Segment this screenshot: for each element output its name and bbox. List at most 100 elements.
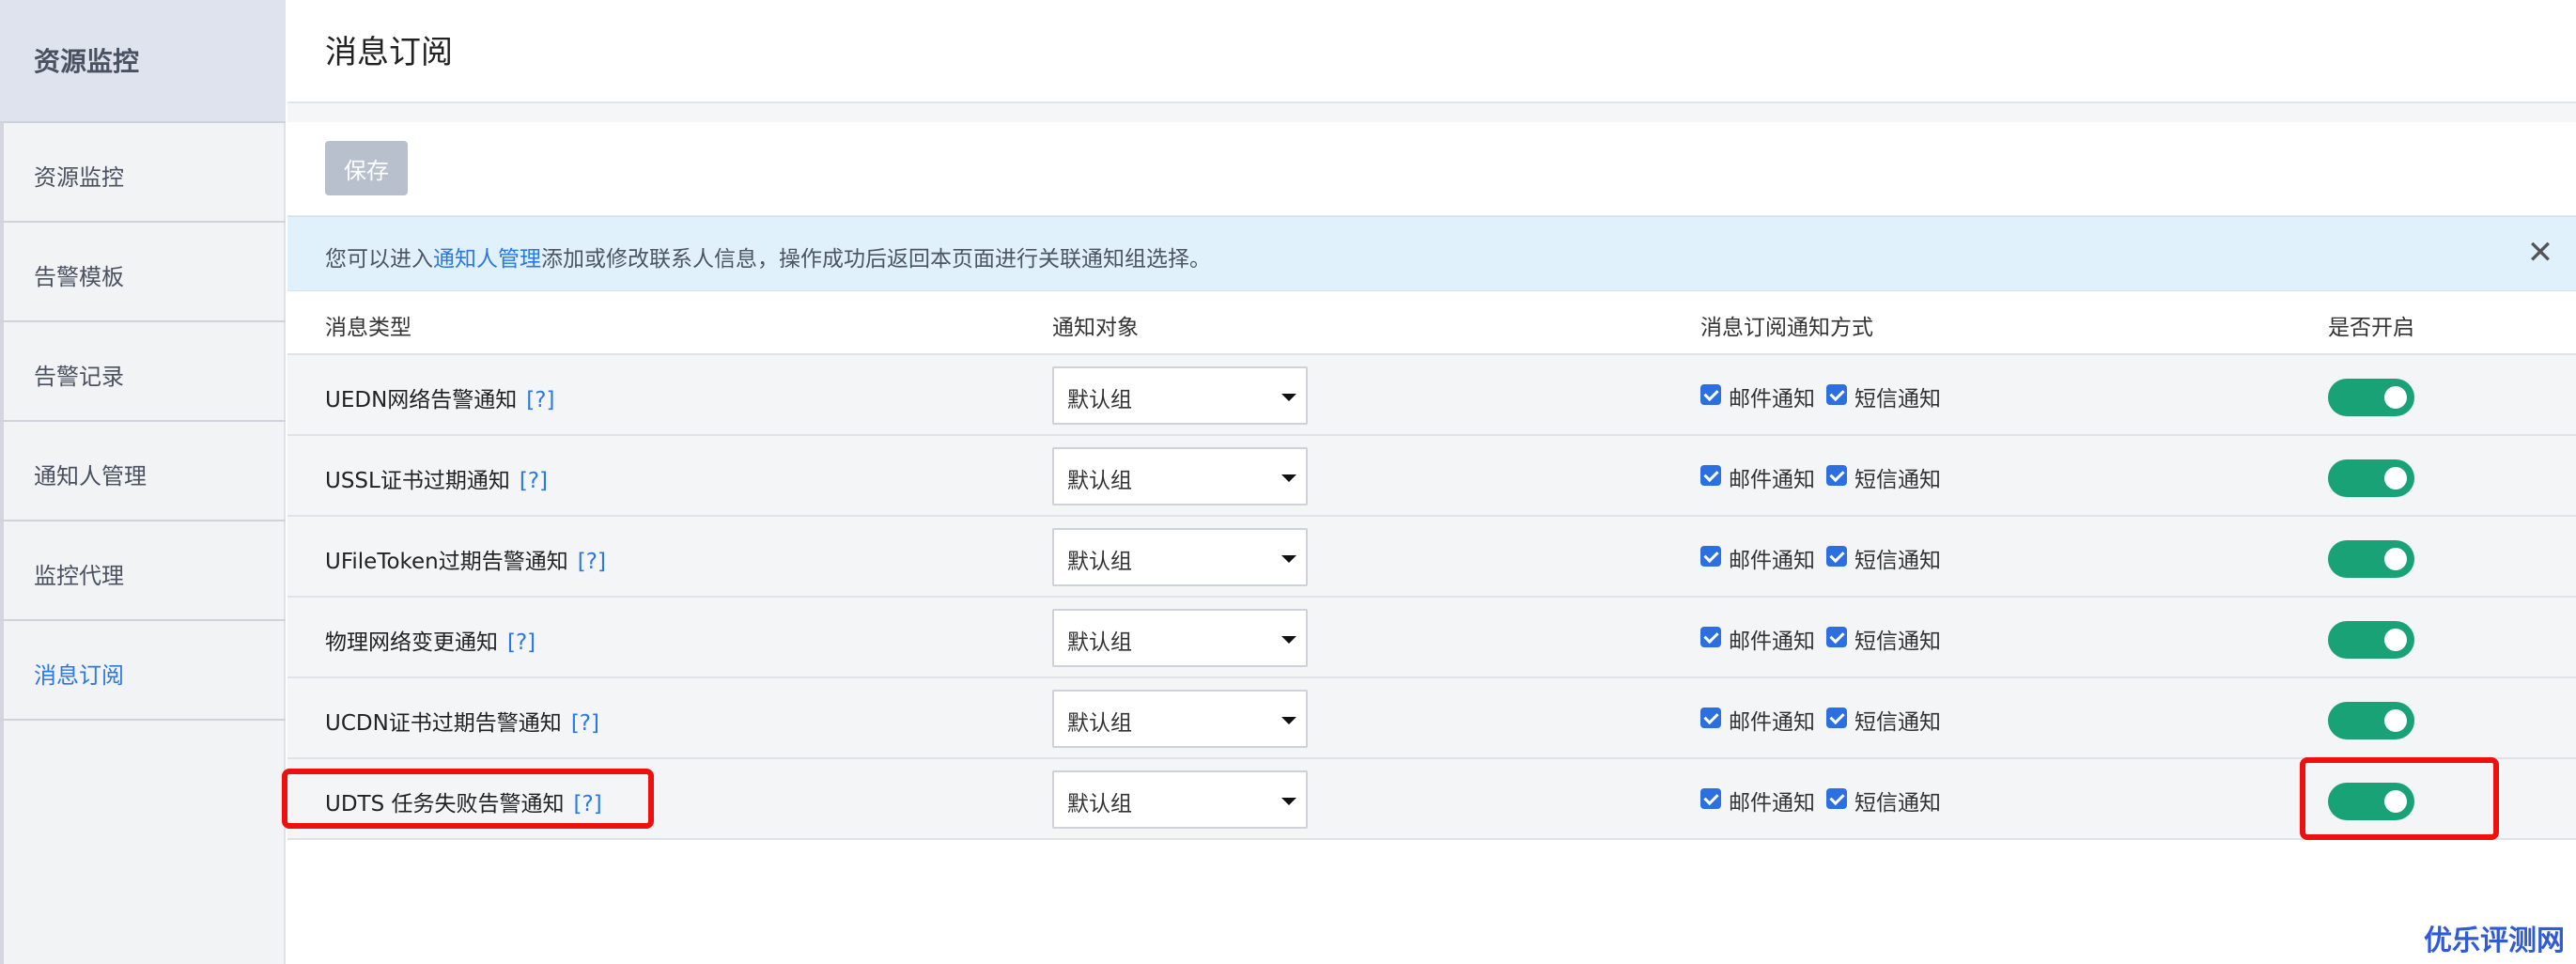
- info-notice: 您可以进入通知人管理添加或修改联系人信息，操作成功后返回本页面进行关联通知组选择…: [287, 216, 2576, 291]
- sidebar: 资源监控 资源监控 告警模板 告警记录 通知人管理 监控代理 消息订阅: [0, 0, 286, 964]
- sidebar-item-label: 监控代理: [34, 563, 124, 589]
- select-value: 默认组: [1067, 469, 1132, 493]
- sms-checkbox[interactable]: [1826, 546, 1847, 567]
- sms-checkbox[interactable]: [1826, 384, 1847, 405]
- enable-toggle[interactable]: [2328, 702, 2414, 739]
- highlight-toggle: [2300, 757, 2499, 840]
- table-row: 物理网络变更通知 [?] 默认组 邮件通知 短信通知: [287, 598, 2576, 678]
- toggle-knob: [2384, 467, 2407, 490]
- help-link[interactable]: [?]: [578, 550, 606, 574]
- sms-checkbox[interactable]: [1826, 707, 1847, 728]
- page-title: 消息订阅: [325, 34, 453, 71]
- sidebar-item-alert-template[interactable]: 告警模板: [0, 223, 286, 322]
- header-gap: [287, 103, 2576, 122]
- help-link[interactable]: [?]: [520, 469, 548, 493]
- help-link[interactable]: [?]: [571, 711, 599, 736]
- table-row: UFileToken过期告警通知 [?] 默认组 邮件通知 短信通知: [287, 517, 2576, 598]
- sms-checkbox[interactable]: [1826, 788, 1847, 809]
- message-type-name: USSL证书过期通知: [325, 469, 510, 493]
- sms-label: 短信通知: [1854, 549, 1941, 573]
- sms-checkbox[interactable]: [1826, 465, 1847, 486]
- email-checkbox[interactable]: [1700, 707, 1721, 728]
- sidebar-item-label: 告警模板: [34, 264, 124, 290]
- toggle-knob: [2384, 386, 2407, 409]
- message-type-name: 物理网络变更通知: [325, 630, 498, 655]
- message-type-cell: UCDN证书过期告警通知 [?]: [325, 705, 599, 737]
- email-label: 邮件通知: [1729, 710, 1815, 735]
- sms-label: 短信通知: [1854, 468, 1941, 492]
- sms-label: 短信通知: [1854, 791, 1941, 816]
- sidebar-item-monitor-agent[interactable]: 监控代理: [0, 521, 286, 621]
- caret-down-icon: [1281, 798, 1296, 805]
- table-header: 消息类型 通知对象 消息订阅通知方式 是否开启: [287, 291, 2576, 355]
- toggle-knob: [2384, 629, 2407, 651]
- enable-toggle[interactable]: [2328, 540, 2414, 578]
- enable-toggle[interactable]: [2328, 621, 2414, 659]
- sidebar-item-contact-management[interactable]: 通知人管理: [0, 422, 286, 521]
- caret-down-icon: [1281, 555, 1296, 563]
- sidebar-item-resource-monitor[interactable]: 资源监控: [0, 123, 286, 223]
- table-row: USSL证书过期通知 [?] 默认组 邮件通知 短信通知: [287, 436, 2576, 517]
- sidebar-item-label: 消息订阅: [34, 662, 124, 689]
- table-row: UEDN网络告警通知 [?] 默认组 邮件通知 短信通知: [287, 355, 2576, 436]
- toolbar: 保存: [287, 122, 2576, 216]
- notice-prefix: 您可以进入: [325, 247, 433, 272]
- sms-label: 短信通知: [1854, 387, 1941, 412]
- email-checkbox[interactable]: [1700, 465, 1721, 486]
- sms-label: 短信通知: [1854, 710, 1941, 735]
- save-button[interactable]: 保存: [325, 141, 408, 195]
- email-label: 邮件通知: [1729, 387, 1815, 412]
- notice-suffix: 添加或修改联系人信息，操作成功后返回本页面进行关联通知组选择。: [541, 247, 1211, 272]
- column-header-type: 消息类型: [325, 316, 411, 340]
- sidebar-item-label: 告警记录: [34, 364, 124, 390]
- email-label: 邮件通知: [1729, 630, 1815, 654]
- column-header-target: 通知对象: [1052, 316, 1139, 340]
- email-checkbox[interactable]: [1700, 788, 1721, 809]
- sidebar-header-label: 资源监控: [34, 46, 140, 77]
- email-checkbox[interactable]: [1700, 384, 1721, 405]
- select-value: 默认组: [1067, 792, 1132, 816]
- caret-down-icon: [1281, 474, 1296, 482]
- email-checkbox[interactable]: [1700, 627, 1721, 647]
- select-value: 默认组: [1067, 550, 1132, 574]
- sidebar-item-label: 通知人管理: [34, 463, 147, 490]
- contact-management-link[interactable]: 通知人管理: [433, 247, 541, 272]
- sidebar-item-label: 资源监控: [34, 164, 124, 191]
- watermark: 优乐评测网: [2424, 925, 2565, 957]
- message-type-name: UEDN网络告警通知: [325, 388, 518, 412]
- help-link[interactable]: [?]: [526, 388, 554, 412]
- caret-down-icon: [1281, 636, 1296, 644]
- column-header-enabled: 是否开启: [2328, 316, 2414, 340]
- notify-target-select[interactable]: 默认组: [1052, 528, 1308, 586]
- notify-target-select[interactable]: 默认组: [1052, 366, 1308, 425]
- page-header: 消息订阅: [287, 0, 2576, 103]
- close-icon[interactable]: ✕: [2522, 234, 2559, 272]
- table-row: UCDN证书过期告警通知 [?] 默认组 邮件通知 短信通知: [287, 678, 2576, 759]
- caret-down-icon: [1281, 394, 1296, 401]
- sidebar-item-alert-record[interactable]: 告警记录: [0, 322, 286, 422]
- email-label: 邮件通知: [1729, 468, 1815, 492]
- notify-target-select[interactable]: 默认组: [1052, 770, 1308, 829]
- enable-toggle[interactable]: [2328, 459, 2414, 497]
- select-value: 默认组: [1067, 711, 1132, 736]
- message-type-cell: UFileToken过期告警通知 [?]: [325, 543, 606, 575]
- message-type-name: UFileToken过期告警通知: [325, 550, 568, 574]
- notify-target-select[interactable]: 默认组: [1052, 609, 1308, 667]
- message-type-name: UCDN证书过期告警通知: [325, 711, 562, 736]
- notify-target-select[interactable]: 默认组: [1052, 447, 1308, 505]
- enable-toggle[interactable]: [2328, 379, 2414, 416]
- sidebar-header[interactable]: 资源监控: [0, 0, 286, 123]
- column-header-method: 消息订阅通知方式: [1700, 316, 1873, 340]
- sms-checkbox[interactable]: [1826, 627, 1847, 647]
- notice-text: 您可以进入通知人管理添加或修改联系人信息，操作成功后返回本页面进行关联通知组选择…: [325, 241, 1211, 272]
- sms-label: 短信通知: [1854, 630, 1941, 654]
- email-checkbox[interactable]: [1700, 546, 1721, 567]
- help-link[interactable]: [?]: [507, 630, 535, 655]
- message-type-cell: UEDN网络告警通知 [?]: [325, 381, 554, 413]
- caret-down-icon: [1281, 717, 1296, 724]
- select-value: 默认组: [1067, 630, 1132, 655]
- sidebar-item-message-subscription[interactable]: 消息订阅: [0, 621, 286, 721]
- toggle-knob: [2384, 548, 2407, 570]
- message-type-cell: 物理网络变更通知 [?]: [325, 624, 535, 656]
- notify-target-select[interactable]: 默认组: [1052, 690, 1308, 748]
